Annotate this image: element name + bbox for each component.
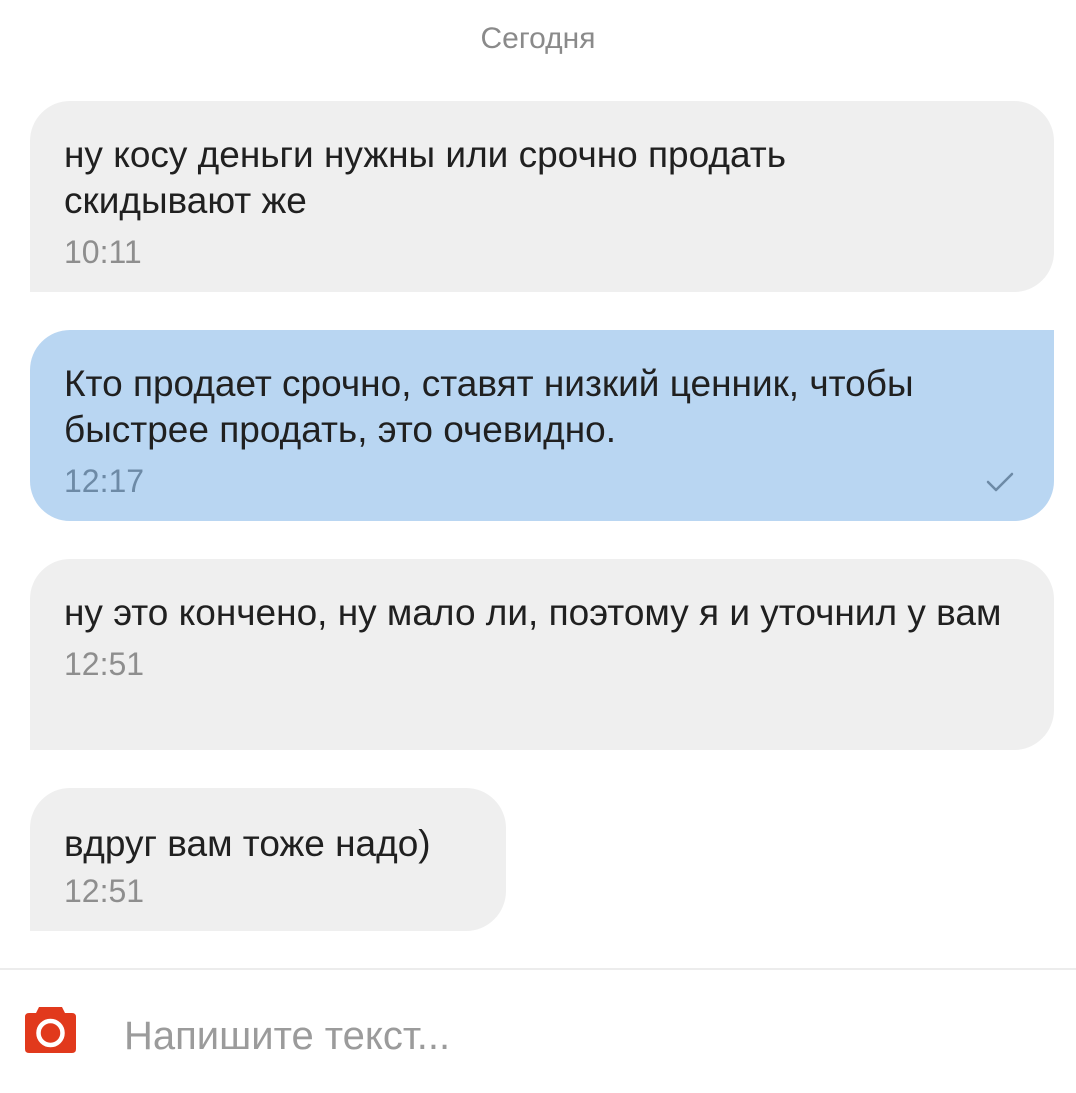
message-time: 12:17	[64, 463, 145, 499]
message-text: Кто продает срочно, ставят низкий ценник…	[64, 363, 924, 450]
message-bubble[interactable]: ну это кончено, ну мало ли, поэтому я и …	[30, 559, 1054, 750]
message-bubble-outgoing[interactable]: Кто продает срочно, ставят низкий ценник…	[30, 330, 1054, 521]
composer-divider	[0, 968, 1076, 970]
camera-icon[interactable]	[23, 1003, 78, 1054]
message-time: 12:51	[64, 873, 145, 909]
date-separator: Сегодня	[480, 22, 596, 55]
message-bubble[interactable]: вдруг вам тоже надо) 12:51	[30, 788, 506, 931]
message-text: ну это кончено, ну мало ли, поэтому я и …	[64, 592, 1002, 633]
message-input[interactable]: Напишите текст...	[124, 1012, 450, 1060]
message-time: 10:11	[64, 234, 142, 270]
message-time: 12:51	[64, 646, 145, 682]
message-bubble[interactable]: ну косу деньги нужны или срочно продать …	[30, 101, 1054, 292]
sent-check-icon	[986, 472, 1014, 492]
message-text: вдруг вам тоже надо)	[64, 823, 431, 864]
message-text: ну косу деньги нужны или срочно продать …	[64, 134, 797, 221]
